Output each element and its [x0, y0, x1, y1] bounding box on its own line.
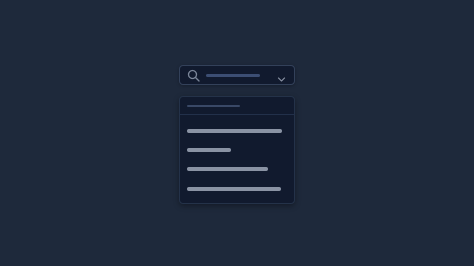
- dropdown-option[interactable]: [180, 122, 294, 140]
- dropdown-header: [180, 97, 294, 115]
- dropdown-header-label: [187, 105, 240, 107]
- search-combobox[interactable]: [179, 65, 295, 85]
- dropdown-menu: [179, 96, 295, 204]
- dropdown-option[interactable]: [180, 160, 294, 178]
- search-icon: [187, 69, 200, 82]
- search-input[interactable]: [206, 74, 260, 77]
- dropdown-option[interactable]: [180, 141, 294, 159]
- dropdown-option-label: [187, 148, 231, 152]
- dropdown-option-label: [187, 167, 268, 171]
- dropdown-option[interactable]: [180, 180, 294, 198]
- dropdown-option-label: [187, 187, 281, 191]
- dropdown-option-label: [187, 129, 282, 133]
- canvas: [0, 0, 474, 266]
- chevron-down-icon[interactable]: [277, 71, 286, 82]
